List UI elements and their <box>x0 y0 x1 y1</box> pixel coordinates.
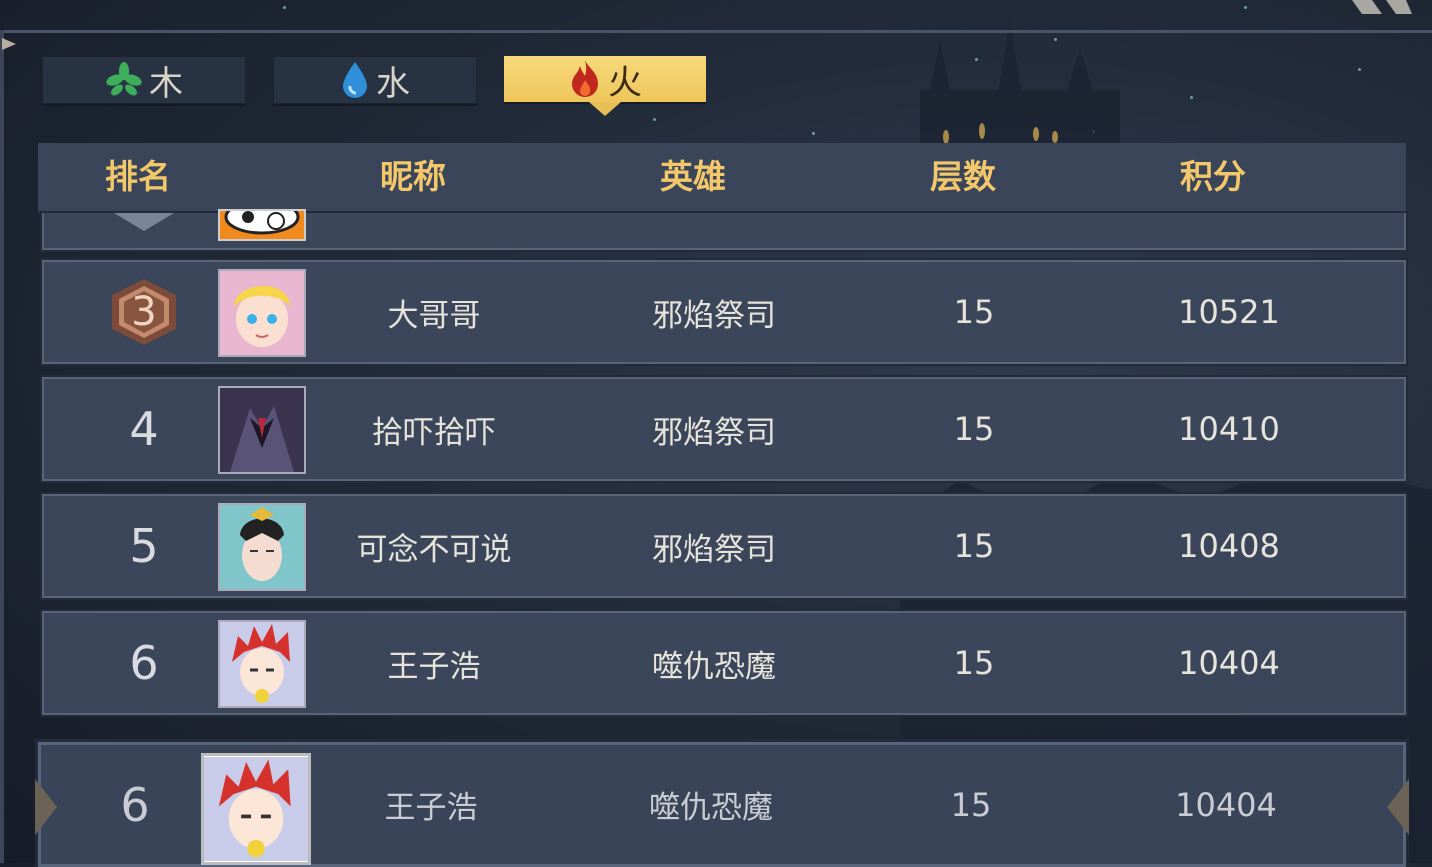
tab-wood[interactable]: 木 <box>42 56 246 104</box>
frame-notch-right <box>1387 779 1409 835</box>
score-value: 10408 <box>1178 527 1280 565</box>
my-rank-row[interactable]: 6 王子浩 噬仇恐魔 15 10404 <box>35 739 1409 867</box>
tab-fire[interactable]: 火 <box>504 56 706 116</box>
header-hero: 英雄 <box>660 157 726 196</box>
header-nickname: 昵称 <box>380 157 446 196</box>
floors-value: 15 <box>950 785 992 824</box>
score-value: 10521 <box>1178 293 1280 331</box>
rank-number: 5 <box>129 519 159 573</box>
rank-number: 6 <box>120 777 150 832</box>
header-score: 积分 <box>1180 157 1246 196</box>
hero-name: 邪焰祭司 <box>652 297 776 334</box>
rank-number: 6 <box>129 636 159 690</box>
avatar[interactable] <box>218 503 306 591</box>
frame-top-border <box>0 30 1432 33</box>
corner-ornament-icon <box>1352 0 1412 14</box>
score-value: 10410 <box>1178 410 1280 448</box>
floors-value: 15 <box>953 410 995 448</box>
rank-badge: 3 <box>100 262 188 362</box>
rank-number: 4 <box>129 402 159 456</box>
avatar[interactable] <box>218 386 306 474</box>
header-rank: 排名 <box>105 157 171 196</box>
hero-name: 邪焰祭司 <box>652 414 776 451</box>
tab-label: 木 <box>149 63 183 104</box>
frame-left-border <box>0 30 4 863</box>
water-drop-icon <box>340 60 370 100</box>
floors-value: 15 <box>953 527 995 565</box>
corner-arrow-icon <box>2 38 16 50</box>
table-row[interactable]: 5 可念不可说 邪焰祭司 15 10408 <box>40 492 1408 600</box>
score-value: 10404 <box>1175 785 1277 824</box>
avatar[interactable] <box>218 269 306 357</box>
tab-label: 水 <box>376 63 410 104</box>
avatar[interactable] <box>218 620 306 708</box>
avatar <box>218 209 306 241</box>
floors-value: 15 <box>953 293 995 331</box>
floors-value: 15 <box>953 644 995 682</box>
table-row[interactable]: 6 王子浩 噬仇恐魔 15 10404 <box>40 609 1408 717</box>
frame-notch-left <box>35 779 57 835</box>
table-row[interactable]: 3 大哥哥 邪焰祭司 15 10521 <box>40 258 1408 366</box>
player-nickname: 可念不可说 <box>356 531 512 568</box>
table-row[interactable]: 4 拾吓拾吓 邪焰祭司 15 10410 <box>40 375 1408 483</box>
tab-label: 火 <box>608 62 642 103</box>
leaf-icon <box>105 61 143 99</box>
hero-name: 噬仇恐魔 <box>649 790 773 826</box>
silver-badge-icon <box>114 213 174 231</box>
player-nickname: 大哥哥 <box>387 297 481 334</box>
header-floors: 层数 <box>930 157 996 196</box>
rank-number: 3 <box>131 289 157 335</box>
fire-icon <box>568 58 602 100</box>
table-row-partial[interactable] <box>40 209 1408 252</box>
leaderboard-header: 排名 昵称 英雄 层数 积分 <box>38 143 1406 214</box>
active-tab-pointer <box>589 102 621 116</box>
avatar[interactable] <box>201 753 311 865</box>
player-nickname: 王子浩 <box>387 648 481 685</box>
player-nickname: 拾吓拾吓 <box>372 414 496 451</box>
hero-name: 噬仇恐魔 <box>652 648 776 685</box>
score-value: 10404 <box>1178 644 1280 682</box>
player-nickname: 王子浩 <box>384 790 478 826</box>
hero-name: 邪焰祭司 <box>652 531 776 568</box>
tab-water[interactable]: 水 <box>273 56 477 104</box>
